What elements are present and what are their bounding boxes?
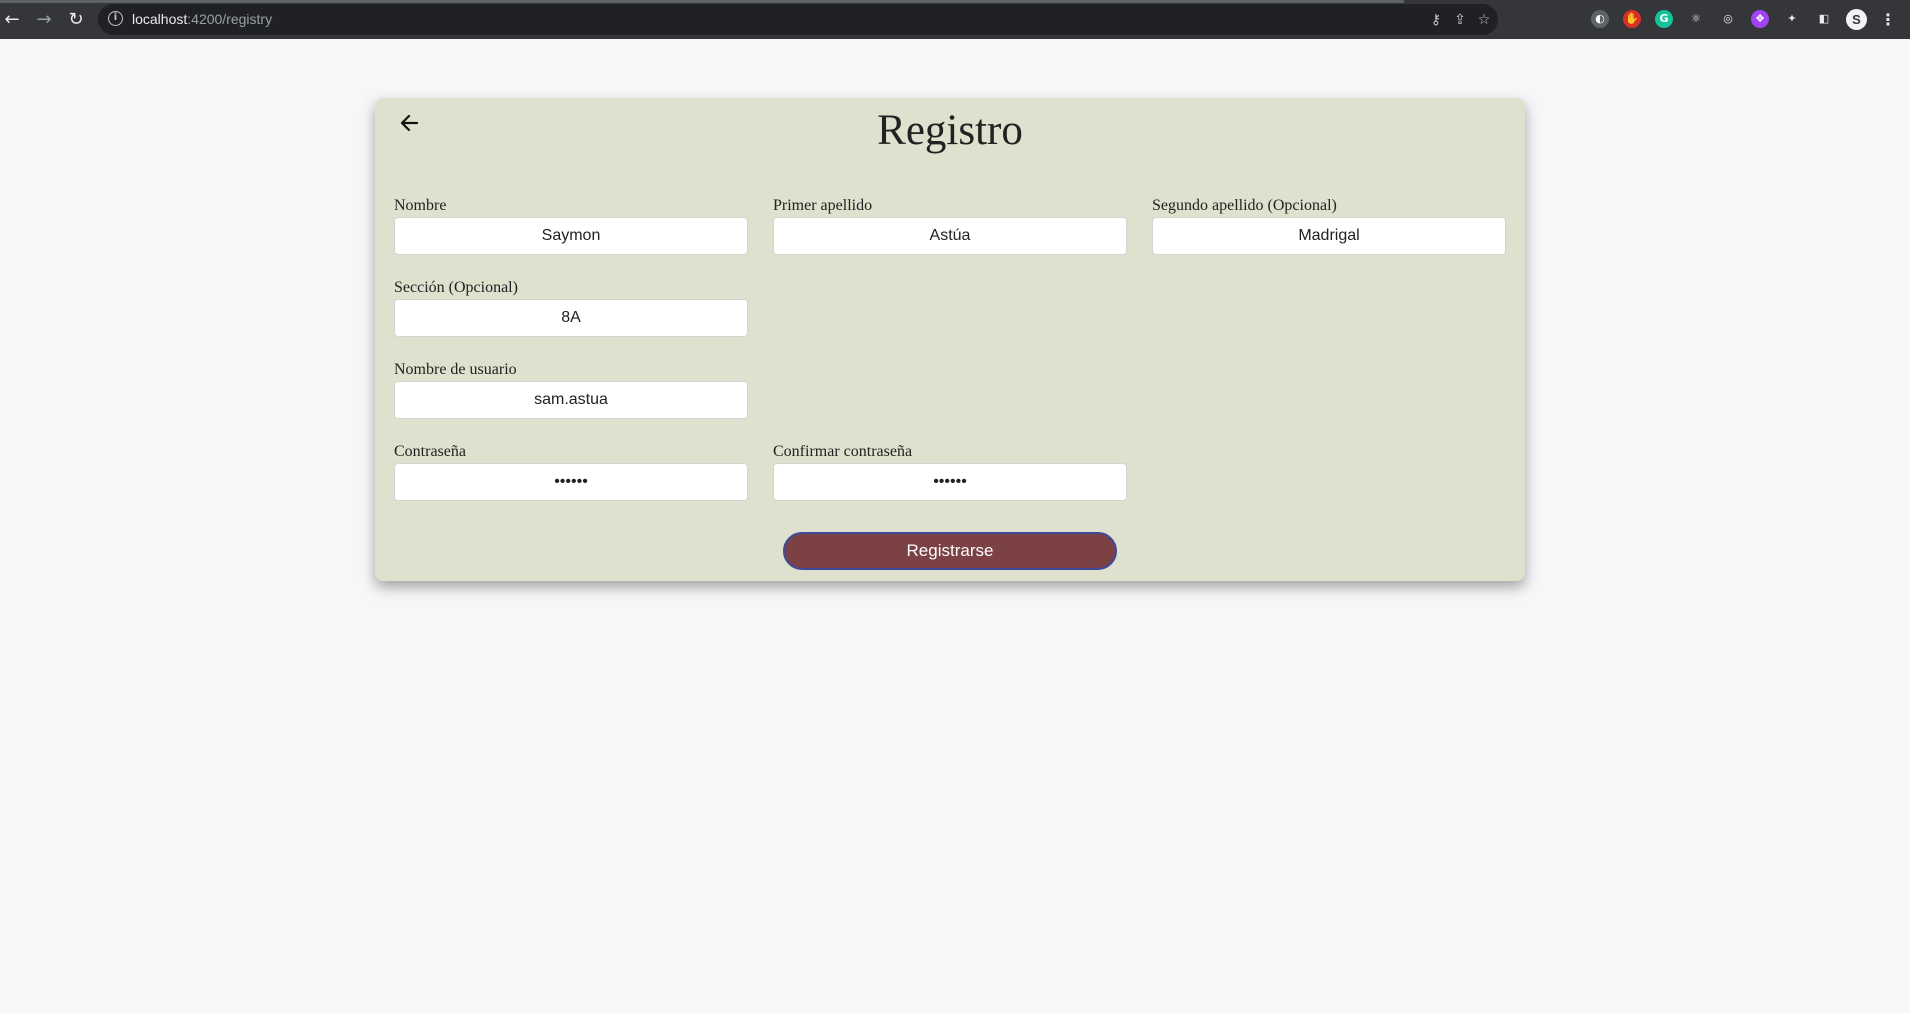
seccion-label: Sección (Opcional) xyxy=(394,279,518,296)
primer-apellido-field: Primer apellido xyxy=(773,196,1127,255)
browser-toolbar: ← → ↻ i localhost:4200/registry ⚷ ⇪ ☆ ◐ … xyxy=(0,0,1910,39)
usuario-field: Nombre de usuario xyxy=(394,360,748,419)
register-button[interactable]: Registrarse xyxy=(783,532,1117,570)
usuario-input[interactable] xyxy=(394,381,748,419)
segundo-apellido-input[interactable] xyxy=(1152,217,1506,255)
purple-extension-icon[interactable]: ❖ xyxy=(1751,10,1769,28)
bookmark-star-icon[interactable]: ☆ xyxy=(1474,10,1494,30)
tab-strip-line xyxy=(0,0,1404,3)
key-icon[interactable]: ⚷ xyxy=(1426,10,1446,30)
url-path: :4200/registry xyxy=(187,11,273,27)
site-info-icon[interactable]: i xyxy=(108,11,123,26)
primer-apellido-label: Primer apellido xyxy=(773,197,873,214)
grammarly-icon[interactable]: G xyxy=(1655,10,1673,28)
more-menu-icon[interactable]: ⋮ xyxy=(1880,9,1896,31)
extension-icon-1[interactable]: ◐ xyxy=(1591,10,1609,28)
page-title: Registro xyxy=(877,107,1023,154)
segundo-apellido-label: Segundo apellido (Opcional) xyxy=(1152,197,1337,214)
extension-icon-2[interactable]: ✋ xyxy=(1623,10,1641,28)
target-extension-icon[interactable]: ◎ xyxy=(1719,10,1737,28)
primer-apellido-input[interactable] xyxy=(773,217,1127,255)
share-icon[interactable]: ⇪ xyxy=(1450,10,1470,30)
react-devtools-icon[interactable]: ⚛ xyxy=(1687,10,1705,28)
url-host: localhost xyxy=(132,11,188,27)
seccion-field: Sección (Opcional) xyxy=(394,278,748,337)
registration-card: Registro Nombre Primer apellido Segundo … xyxy=(375,98,1525,581)
forward-nav-icon[interactable]: → xyxy=(32,8,56,32)
confirmar-contrasena-label: Confirmar contraseña xyxy=(773,443,913,460)
contrasena-input[interactable] xyxy=(394,463,748,501)
segundo-apellido-field: Segundo apellido (Opcional) xyxy=(1152,196,1506,255)
extensions-puzzle-icon[interactable]: ✦ xyxy=(1783,10,1801,28)
address-bar[interactable]: i localhost:4200/registry ⚷ ⇪ ☆ xyxy=(98,4,1498,35)
side-panel-icon[interactable]: ◧ xyxy=(1815,10,1833,28)
nombre-field: Nombre xyxy=(394,196,748,255)
address-url[interactable]: localhost:4200/registry xyxy=(132,11,272,27)
seccion-input[interactable] xyxy=(394,299,748,337)
contrasena-label: Contraseña xyxy=(394,443,466,460)
confirmar-contrasena-input[interactable] xyxy=(773,463,1127,501)
profile-avatar[interactable]: S xyxy=(1846,9,1867,30)
contrasena-field: Contraseña xyxy=(394,442,748,501)
nombre-label: Nombre xyxy=(394,197,447,214)
usuario-label: Nombre de usuario xyxy=(394,361,517,378)
back-nav-icon[interactable]: ← xyxy=(0,8,24,32)
nombre-input[interactable] xyxy=(394,217,748,255)
reload-icon[interactable]: ↻ xyxy=(64,8,88,32)
confirmar-contrasena-field: Confirmar contraseña xyxy=(773,442,1127,501)
